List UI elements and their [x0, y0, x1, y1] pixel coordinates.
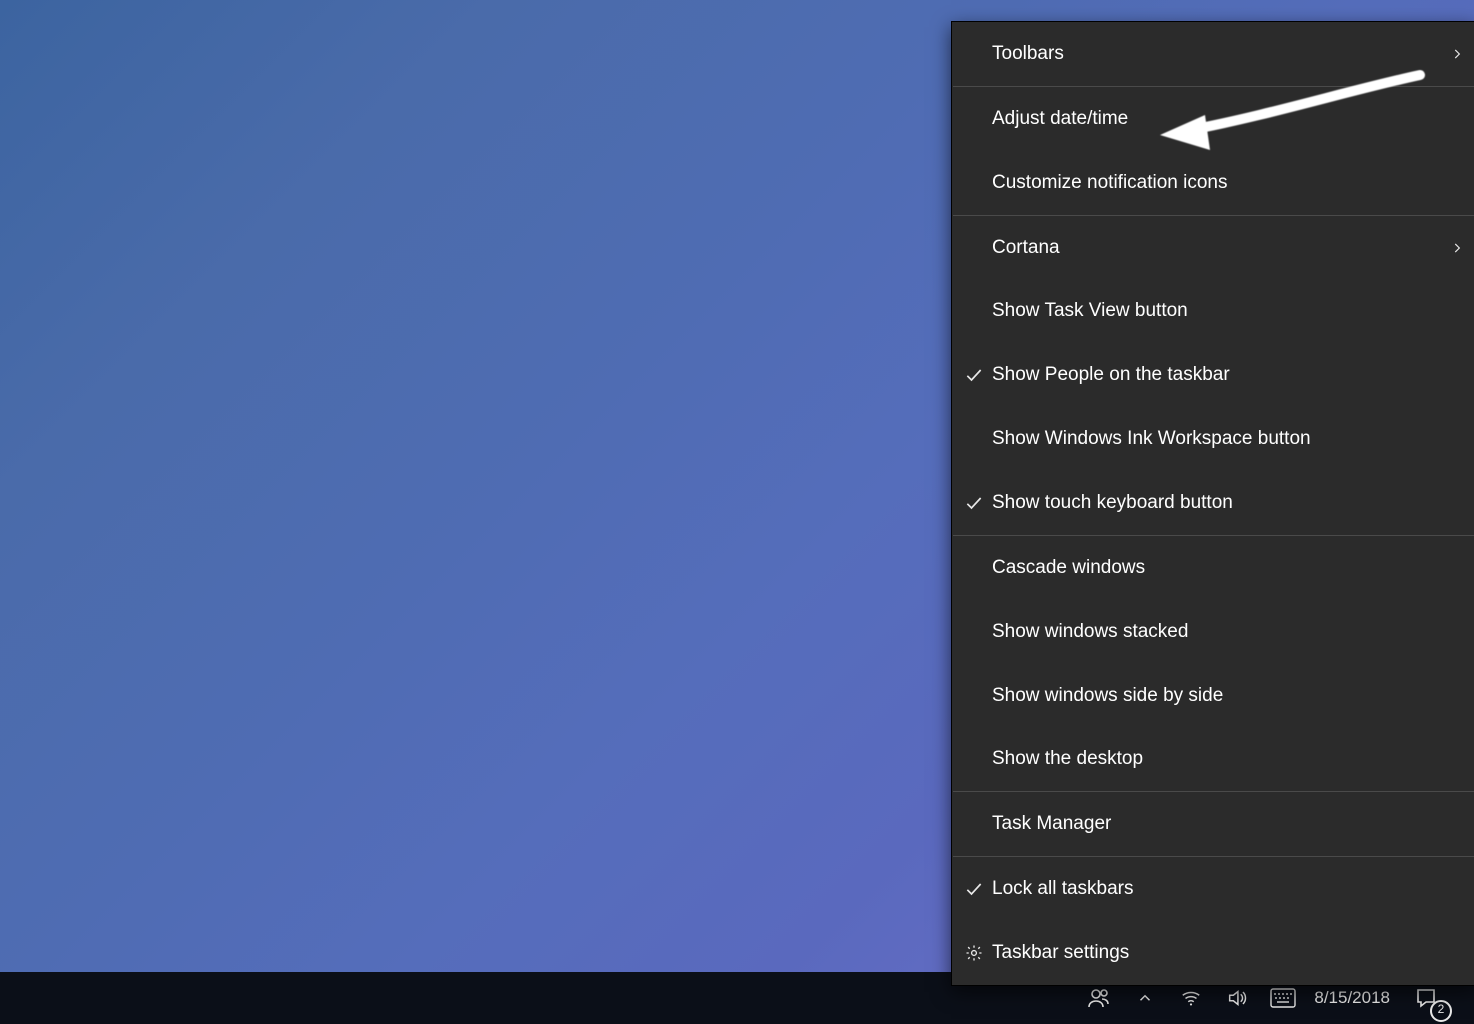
- menu-item-label: Lock all taskbars: [992, 878, 1134, 900]
- menu-item-toolbars[interactable]: Toolbars: [952, 22, 1474, 86]
- menu-item-label: Adjust date/time: [992, 108, 1128, 130]
- menu-item-cascade-windows[interactable]: Cascade windows: [952, 536, 1474, 600]
- taskbar-context-menu: Toolbars Adjust date/time Customize notifi…: [951, 21, 1474, 986]
- chevron-right-icon: [1448, 216, 1466, 280]
- checkmark-icon: [962, 471, 986, 535]
- taskbar-date: 8/15/2018: [1314, 988, 1390, 1008]
- menu-item-label: Task Manager: [992, 813, 1111, 835]
- menu-item-label: Show Windows Ink Workspace button: [992, 428, 1311, 450]
- menu-item-label: Show Task View button: [992, 300, 1188, 322]
- menu-item-cortana[interactable]: Cortana: [952, 216, 1474, 280]
- gear-icon: [962, 921, 986, 985]
- menu-item-customize-notification-icons[interactable]: Customize notification icons: [952, 151, 1474, 215]
- menu-item-show-windows-stacked[interactable]: Show windows stacked: [952, 600, 1474, 664]
- menu-item-show-task-view-button[interactable]: Show Task View button: [952, 279, 1474, 343]
- menu-item-label: Taskbar settings: [992, 942, 1129, 964]
- menu-item-label: Toolbars: [992, 43, 1064, 65]
- menu-item-label: Show touch keyboard button: [992, 492, 1233, 514]
- menu-item-label: Show People on the taskbar: [992, 364, 1230, 386]
- menu-item-lock-all-taskbars[interactable]: Lock all taskbars: [952, 857, 1474, 921]
- checkmark-icon: [962, 343, 986, 407]
- chevron-right-icon: [1448, 22, 1466, 86]
- menu-item-show-windows-ink-workspace-button[interactable]: Show Windows Ink Workspace button: [952, 407, 1474, 471]
- menu-item-task-manager[interactable]: Task Manager: [952, 792, 1474, 856]
- menu-item-label: Show windows side by side: [992, 685, 1223, 707]
- notification-count-badge: 2: [1430, 1000, 1452, 1022]
- checkmark-icon: [962, 857, 986, 921]
- menu-item-show-people-on-the-taskbar[interactable]: Show People on the taskbar: [952, 343, 1474, 407]
- menu-item-label: Show windows stacked: [992, 621, 1188, 643]
- menu-item-label: Customize notification icons: [992, 172, 1228, 194]
- menu-item-label: Cascade windows: [992, 557, 1145, 579]
- menu-item-label: Cortana: [992, 237, 1060, 259]
- menu-item-adjust-date-time[interactable]: Adjust date/time: [952, 87, 1474, 151]
- menu-item-label: Show the desktop: [992, 748, 1143, 770]
- menu-item-show-windows-side-by-side[interactable]: Show windows side by side: [952, 664, 1474, 728]
- menu-item-show-the-desktop[interactable]: Show the desktop: [952, 727, 1474, 791]
- menu-item-show-touch-keyboard-button[interactable]: Show touch keyboard button: [952, 471, 1474, 535]
- menu-item-taskbar-settings[interactable]: Taskbar settings: [952, 921, 1474, 985]
